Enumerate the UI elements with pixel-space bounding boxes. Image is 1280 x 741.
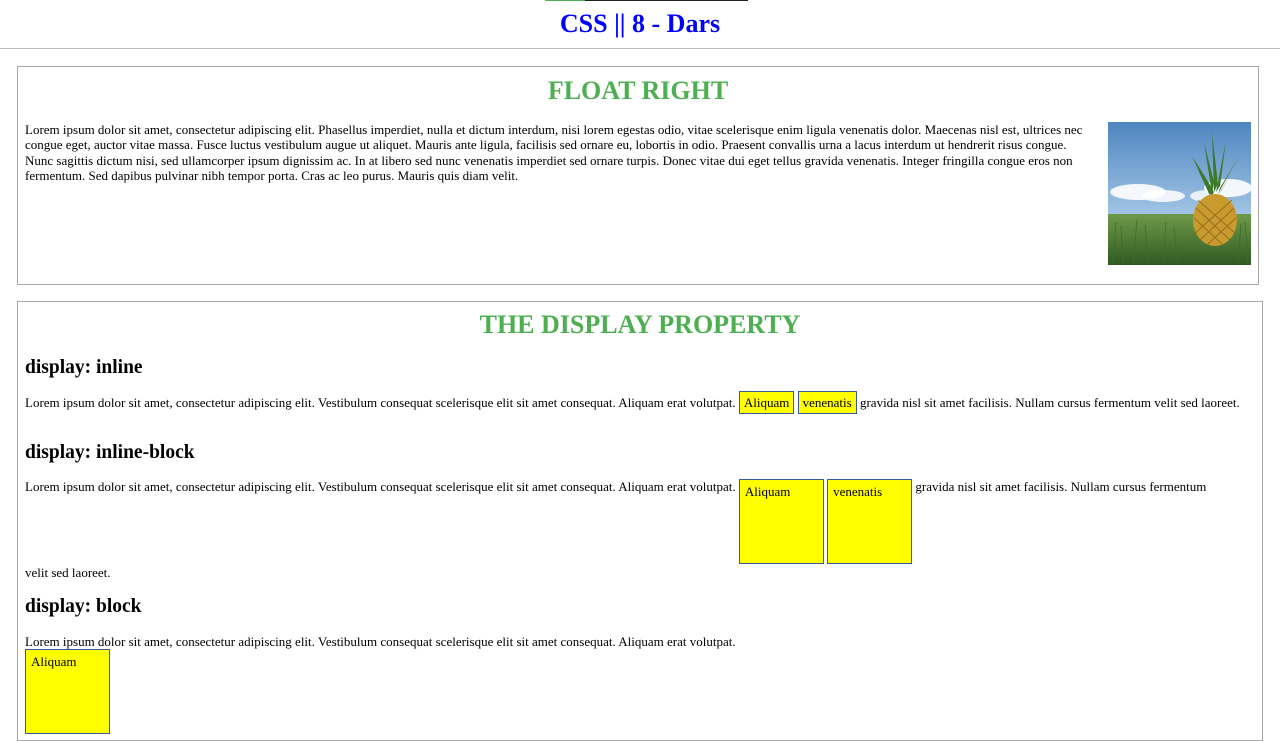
display-inline-block-text-wrap: velit sed laoreet. xyxy=(25,565,111,580)
display-inline-block-text-after: gravida nisl sit amet facilisis. Nullam … xyxy=(915,479,1207,494)
display-inline-box-venenatis: venenatis xyxy=(797,391,857,414)
display-inline-block-text-before: Lorem ipsum dolor sit amet, consectetur … xyxy=(25,479,736,494)
display-property-title: THE DISPLAY PROPERTY xyxy=(479,310,801,339)
display-block-text-before: Lorem ipsum dolor sit amet, consectetur … xyxy=(25,634,736,649)
display-inline-block-paragraph: Lorem ipsum dolor sit amet, consectetur … xyxy=(25,479,1253,564)
display-inline-paragraph: Lorem ipsum dolor sit amet, consectetur … xyxy=(25,391,1253,414)
display-block-box-aliquam: Aliquam xyxy=(25,649,110,735)
display-inline-text-before: Lorem ipsum dolor sit amet, consectetur … xyxy=(25,395,736,410)
page-title: CSS || 8 - Dars xyxy=(559,9,721,38)
float-right-title: FLOAT RIGHT xyxy=(547,76,729,105)
display-block-heading: display: block xyxy=(25,596,142,617)
display-property-section: THE DISPLAY PROPERTY display: inline Lor… xyxy=(17,301,1263,741)
display-inline-text-after: gravida nisl sit amet facilisis. Nullam … xyxy=(859,395,1240,410)
pineapple-image xyxy=(1108,122,1251,265)
float-right-body: Lorem ipsum dolor sit amet, consectetur … xyxy=(25,122,1251,265)
display-inline-heading: display: inline xyxy=(25,357,143,378)
display-inline-block-box-aliquam: Aliquam xyxy=(738,479,824,564)
display-inline-box-aliquam: Aliquam xyxy=(738,391,795,414)
display-block-paragraph: Lorem ipsum dolor sit amet, consectetur … xyxy=(25,634,1253,735)
display-inline-block-box-venenatis: venenatis xyxy=(827,479,913,564)
float-right-text: Lorem ipsum dolor sit amet, consectetur … xyxy=(25,122,1083,184)
page-header: CSS || 8 - Dars xyxy=(0,0,1280,49)
display-inline-block-heading: display: inline-block xyxy=(25,442,195,463)
float-right-section: FLOAT RIGHT Lorem ipsum dolor sit amet, … xyxy=(17,66,1259,285)
